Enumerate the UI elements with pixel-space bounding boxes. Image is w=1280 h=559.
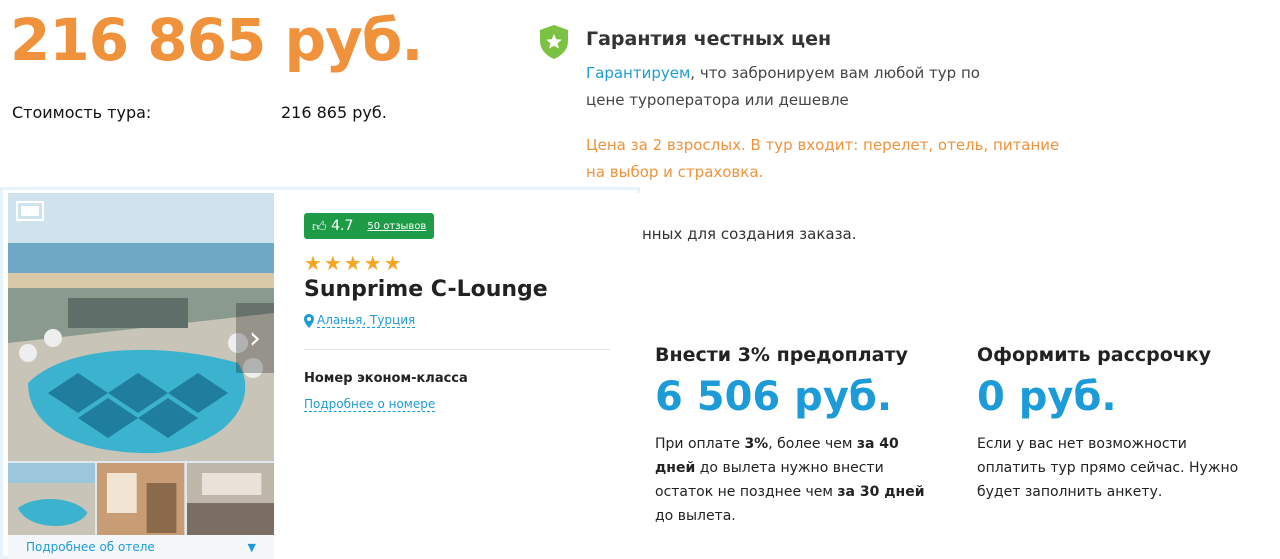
prepay-desc-part: При оплате [655,436,745,452]
prepay-description: При оплате 3%, более чем за 40 дней до в… [655,432,935,528]
installment-amount: 0 руб. [977,374,1117,420]
rating-value: 4.7 [331,218,354,234]
price-guarantee-text: Гарантируем, что забронируем вам любой т… [586,60,986,114]
prepay-amount: 6 506 руб. [655,374,893,420]
prepay-title: Внести 3% предоплату [655,344,908,366]
room-type: Номер эконом-класса [304,371,468,386]
price-guarantee-title: Гарантия честных цен [586,28,832,50]
hotel-name[interactable]: Sunprime C-Lounge [304,277,548,302]
hotel-card: › Подробнее об отеле ▼ 👍︎ 4.7 50 отзывов… [0,187,640,559]
tour-cost-label: Стоимость тура: [12,103,152,122]
installment-title: Оформить рассрочку [977,344,1212,366]
hotel-stars: ★★★★★ [304,251,404,275]
thumbnail-room[interactable] [97,463,185,535]
prepay-desc-part: до вылета. [655,508,736,524]
tour-price-large: 216 865 руб. [10,6,423,74]
rating-badge[interactable]: 👍︎ 4.7 50 отзывов [304,213,435,239]
tour-includes-note: Цена за 2 взрослых. В тур входит: переле… [586,136,1060,181]
hotel-main-photo[interactable] [8,193,274,461]
prepay-desc-percent: 3% [744,436,769,452]
thumbs-up-icon: 👍︎ [312,218,327,235]
room-details-link[interactable]: Подробнее о номере [304,397,436,412]
map-pin-icon [304,313,314,328]
tour-cost-value: 216 865 руб. [281,103,387,122]
order-data-text: нных для создания заказа. [642,225,857,243]
reviews-link[interactable]: 50 отзывов [367,221,426,232]
prepay-desc-part: , более чем [768,436,857,452]
gallery-icon [16,201,44,221]
prepay-option[interactable]: Внести 3% предоплату 6 506 руб. При опла… [655,344,935,528]
installment-description: Если у вас нет возможности оплатить тур … [977,436,1239,500]
hotel-details-label: Подробнее об отеле [26,540,155,554]
shield-star-icon [540,25,568,59]
gallery-next-arrow[interactable]: › [236,303,274,373]
prepay-desc-deadline: за 30 дней [837,484,925,500]
hotel-location[interactable]: Аланья, Турция [304,313,416,328]
hotel-location-label: Аланья, Турция [317,313,416,328]
divider [304,349,610,350]
hotel-details-toggle[interactable]: Подробнее об отеле ▼ [8,535,274,559]
installment-option[interactable]: Оформить рассрочку 0 руб. Если у вас нет… [977,344,1257,504]
guarantee-link[interactable]: Гарантируем [586,64,690,82]
chevron-down-icon: ▼ [247,540,256,554]
thumbnail-pool[interactable] [8,463,96,535]
hotel-gallery: › Подробнее об отеле ▼ [8,193,274,559]
gallery-thumbnails [8,463,274,535]
thumbnail-interior[interactable] [186,463,274,535]
